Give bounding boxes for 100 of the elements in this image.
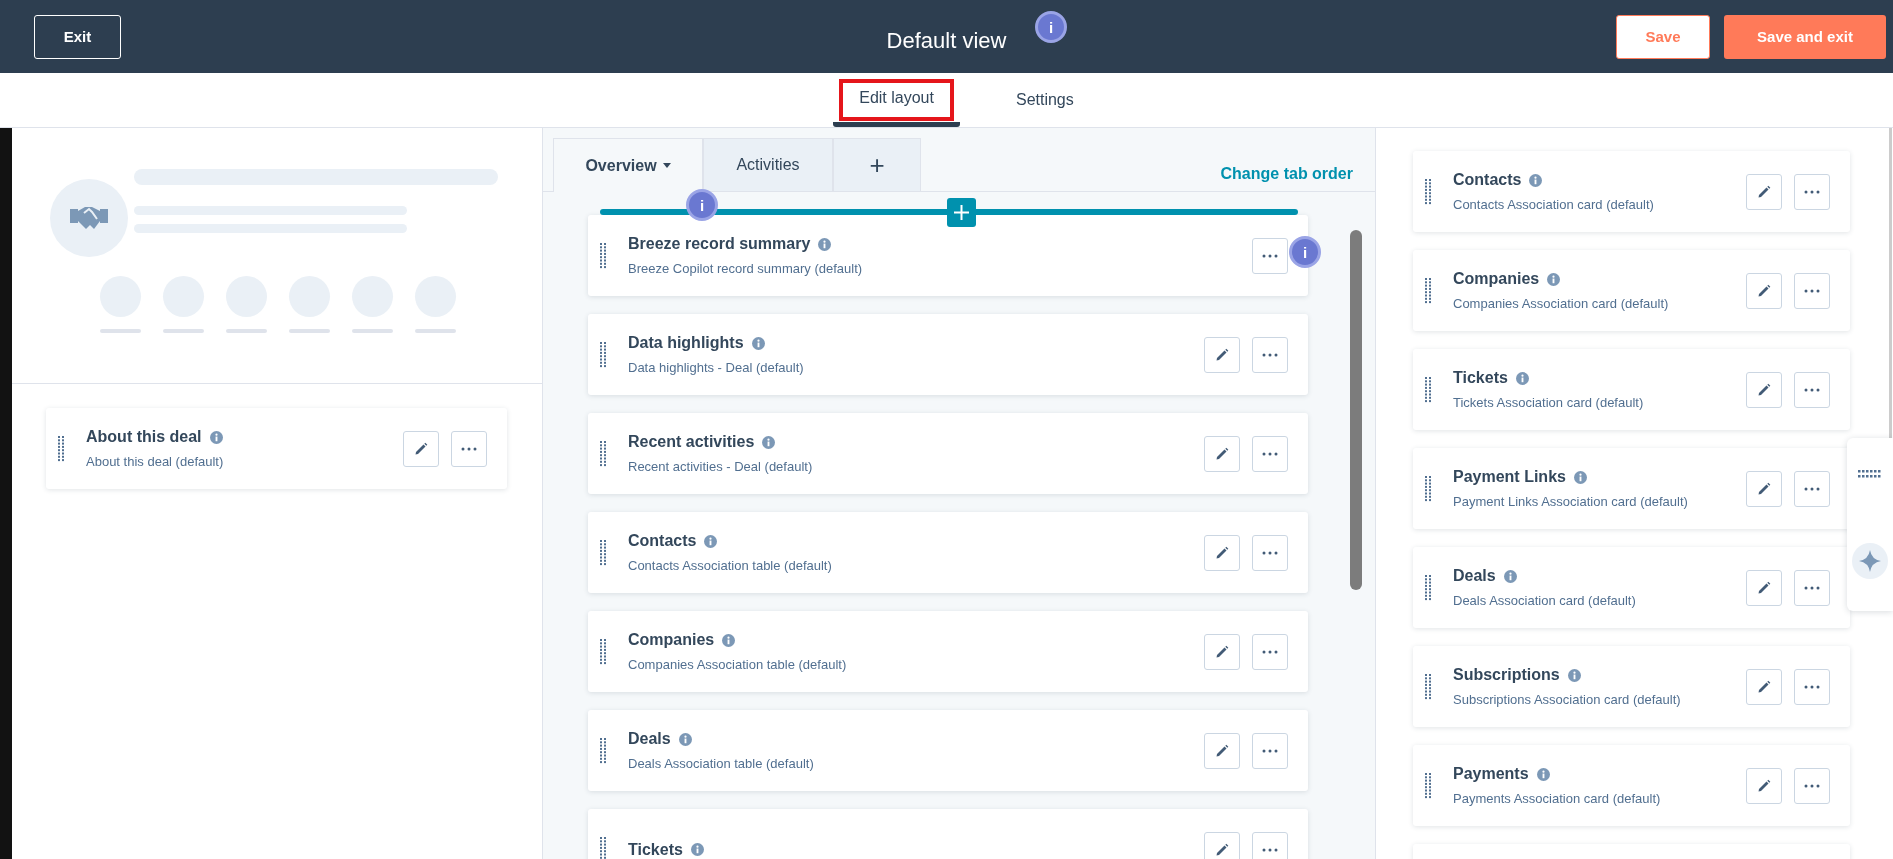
drag-handle-icon[interactable]	[600, 539, 606, 566]
card-title: About this deal	[86, 428, 202, 446]
edit-button[interactable]	[1746, 173, 1782, 210]
plus-icon	[954, 205, 969, 220]
more-button[interactable]	[1794, 173, 1830, 210]
card-title: Breeze record summary	[628, 235, 811, 253]
edit-button[interactable]	[1204, 732, 1240, 769]
drag-handle-icon[interactable]	[1425, 574, 1431, 601]
more-button[interactable]	[1794, 371, 1830, 408]
info-icon	[1515, 371, 1529, 385]
layout-card[interactable]: Companies Companies Association card (default)	[1413, 250, 1850, 331]
more-button[interactable]	[1794, 272, 1830, 309]
drag-handle-icon[interactable]	[600, 440, 606, 467]
layout-card[interactable]: Deals Deals Association card (default)	[1413, 547, 1850, 628]
pencil-icon	[1757, 481, 1771, 496]
sparkle-icon[interactable]	[1852, 543, 1888, 579]
more-button[interactable]	[1252, 435, 1288, 472]
card-subtitle: Companies Association table (default)	[628, 657, 848, 672]
layout-card[interactable]: Subscriptions Subscriptions Association card (default)	[1413, 646, 1850, 727]
drag-handle-icon[interactable]	[1425, 376, 1431, 403]
edit-button[interactable]	[1746, 470, 1782, 507]
pencil-icon	[1757, 580, 1771, 595]
pencil-icon	[1757, 679, 1771, 694]
drag-handle-icon[interactable]	[58, 435, 64, 462]
layout-card[interactable]: Recent activities Recent activities - Deal (default)	[588, 413, 1308, 494]
add-card-button[interactable]	[947, 198, 976, 227]
layout-card[interactable]: Deals Deals Association table (default)	[588, 710, 1308, 791]
more-button[interactable]	[1252, 336, 1288, 373]
more-button[interactable]	[1794, 569, 1830, 606]
card-subtitle: Data highlights - Deal (default)	[628, 360, 805, 375]
drag-handle-icon[interactable]	[1425, 772, 1431, 799]
card-subtitle: Breeze Copilot record summary (default)	[628, 261, 864, 276]
more-button[interactable]	[1794, 470, 1830, 507]
drag-handle-icon[interactable]	[1425, 178, 1431, 205]
pencil-icon	[1215, 842, 1229, 857]
card-subtitle: Payments Association card (default)	[1453, 791, 1662, 806]
pencil-icon	[1215, 644, 1229, 659]
card-subtitle: About this deal (default)	[86, 454, 225, 469]
exit-button[interactable]: Exit	[34, 14, 121, 59]
edit-button[interactable]	[1746, 668, 1782, 705]
more-button[interactable]	[1252, 237, 1288, 274]
more-button[interactable]	[1252, 732, 1288, 769]
drag-handle-icon[interactable]	[600, 737, 606, 764]
view-tab[interactable]: Settings	[989, 73, 1100, 127]
more-button[interactable]	[451, 430, 487, 467]
caret-icon	[662, 163, 671, 168]
edit-button[interactable]	[403, 430, 439, 467]
pencil-icon	[1757, 382, 1771, 397]
more-icon	[1804, 585, 1820, 590]
drag-handle-icon[interactable]	[600, 341, 606, 368]
edit-button[interactable]	[1204, 534, 1240, 571]
placeholder-line	[415, 329, 456, 333]
edit-button[interactable]	[1204, 633, 1240, 670]
layout-card[interactable]: Contacts Contacts Association table (default)	[588, 512, 1308, 593]
info-badge[interactable]: i	[1035, 11, 1067, 43]
pencil-icon	[1757, 184, 1771, 199]
info-icon	[690, 843, 704, 856]
card-title: Payments	[1453, 765, 1529, 783]
card-subtitle: Tickets Association card (default)	[1453, 395, 1645, 410]
drag-handle-icon[interactable]	[600, 242, 606, 269]
pencil-icon	[414, 441, 428, 456]
placeholder-line	[100, 329, 141, 333]
edit-button[interactable]	[1746, 272, 1782, 309]
layout-card[interactable]: About this deal About this deal (default)	[46, 408, 507, 489]
card-title: Recent activities	[628, 433, 755, 451]
edit-button[interactable]	[1204, 831, 1240, 859]
drag-handle-icon[interactable]	[600, 836, 606, 859]
edit-button[interactable]	[1746, 569, 1782, 606]
layout-card[interactable]: Payments Payments Association card (default)	[1413, 745, 1850, 826]
grid-dots-icon[interactable]	[1858, 470, 1882, 479]
edit-button[interactable]	[1204, 435, 1240, 472]
layout-card[interactable]: Payment Links Payment Links Association card (default)	[1413, 448, 1850, 529]
drag-handle-icon[interactable]	[1425, 277, 1431, 304]
layout-card[interactable]: Companies Companies Association table (default)	[588, 611, 1308, 692]
more-button[interactable]	[1794, 767, 1830, 804]
more-icon	[461, 446, 477, 451]
pencil-icon	[1215, 347, 1229, 362]
info-badge[interactable]: i	[1289, 236, 1321, 268]
drag-handle-icon[interactable]	[1425, 673, 1431, 700]
drag-handle-icon[interactable]	[600, 638, 606, 665]
section-tab[interactable]: +	[833, 138, 921, 191]
layout-card[interactable]: Contacts Contacts Association card (default)	[1413, 151, 1850, 232]
more-button[interactable]	[1252, 831, 1288, 859]
card-title: Tickets	[1453, 369, 1508, 387]
card-title: Subscriptions	[1453, 666, 1560, 684]
more-button[interactable]	[1252, 633, 1288, 670]
edit-button[interactable]	[1204, 336, 1240, 373]
more-button[interactable]	[1252, 534, 1288, 571]
edit-button[interactable]	[1746, 767, 1782, 804]
section-tab[interactable]: Overview	[553, 138, 703, 192]
more-button[interactable]	[1794, 668, 1830, 705]
layout-card[interactable]: Data highlights Data highlights - Deal (default)	[588, 314, 1308, 395]
edit-button[interactable]	[1746, 371, 1782, 408]
section-tab[interactable]: Activities	[703, 138, 833, 191]
handshake-icon	[70, 205, 108, 231]
layout-card[interactable]: Tickets	[588, 809, 1308, 859]
layout-card[interactable]: Tickets Tickets Association card (default)	[1413, 349, 1850, 430]
more-icon	[1262, 253, 1278, 258]
drag-handle-icon[interactable]	[1425, 475, 1431, 502]
view-tab[interactable]: Edit layout	[833, 73, 960, 127]
